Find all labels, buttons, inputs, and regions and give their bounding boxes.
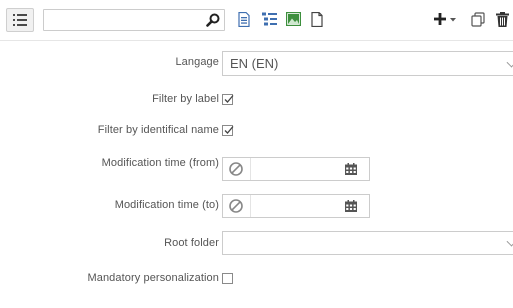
list-menu-button[interactable] bbox=[6, 8, 34, 32]
image-icon bbox=[285, 12, 301, 26]
toolbar bbox=[0, 0, 513, 41]
list-menu-icon bbox=[13, 14, 27, 26]
calendar-icon bbox=[345, 163, 357, 175]
copy-icon bbox=[471, 11, 485, 27]
calendar-icon bbox=[345, 200, 357, 212]
tree-list-button[interactable] bbox=[257, 7, 281, 31]
page-icon bbox=[311, 11, 323, 27]
mandatory-personalization-label: Mandatory personalization bbox=[87, 272, 219, 284]
document-icon bbox=[238, 11, 250, 27]
checkmark-icon bbox=[224, 126, 234, 134]
document-button[interactable] bbox=[232, 7, 256, 31]
calendar-from-button[interactable] bbox=[343, 158, 359, 180]
modification-time-from-input[interactable] bbox=[250, 158, 342, 180]
page-button[interactable] bbox=[305, 7, 329, 31]
modification-time-to-field bbox=[222, 194, 370, 218]
filter-by-label-checkbox[interactable] bbox=[222, 94, 234, 105]
checkmark-icon bbox=[224, 95, 234, 103]
chevron-down-icon bbox=[506, 57, 513, 68]
language-select[interactable]: EN (EN) bbox=[222, 51, 513, 76]
language-label: Langage bbox=[175, 56, 219, 68]
trash-button[interactable] bbox=[490, 7, 513, 31]
calendar-to-button[interactable] bbox=[343, 195, 359, 217]
language-value: EN (EN) bbox=[230, 56, 279, 71]
chevron-down-icon bbox=[506, 236, 513, 247]
root-folder-select[interactable] bbox=[222, 231, 513, 255]
modification-time-to-input[interactable] bbox=[250, 195, 342, 217]
search-icon bbox=[206, 13, 220, 27]
clear-date-from-button[interactable] bbox=[223, 158, 249, 180]
modification-time-from-label: Modification time (from) bbox=[101, 157, 219, 169]
modification-time-to-label: Modification time (to) bbox=[114, 199, 219, 211]
root-folder-label: Root folder bbox=[164, 237, 219, 249]
add-dropdown-icon bbox=[434, 13, 456, 25]
image-button[interactable] bbox=[281, 7, 305, 31]
mandatory-personalization-checkbox[interactable] bbox=[222, 273, 233, 284]
filter-by-label-label: Filter by label bbox=[152, 93, 219, 105]
add-dropdown-button[interactable] bbox=[429, 7, 463, 31]
clear-icon bbox=[229, 162, 243, 176]
tree-list-icon bbox=[261, 12, 277, 26]
trash-icon bbox=[495, 11, 509, 27]
filter-by-identifical-name-checkbox[interactable] bbox=[222, 125, 234, 136]
clear-date-to-button[interactable] bbox=[223, 195, 249, 217]
clear-icon bbox=[229, 199, 243, 213]
search-button[interactable] bbox=[201, 9, 225, 31]
filter-by-identifical-name-label: Filter by identifical name bbox=[97, 124, 219, 136]
search-input[interactable] bbox=[43, 9, 225, 31]
copy-button[interactable] bbox=[466, 7, 490, 31]
modification-time-from-field bbox=[222, 157, 370, 181]
